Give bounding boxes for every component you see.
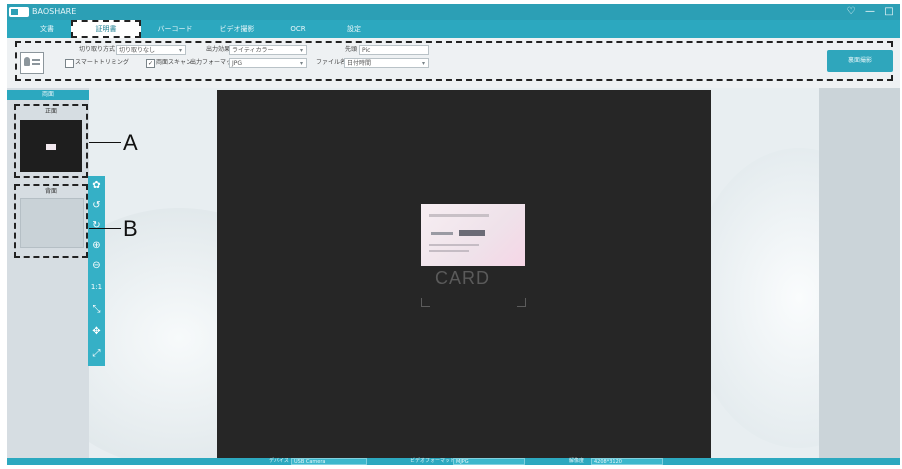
favorite-icon[interactable]: ♡ <box>843 5 859 19</box>
business-card-image <box>421 204 525 266</box>
output-effect-label: 出力効果 <box>206 46 231 53</box>
crop-mode-label: 切り取り方式 <box>79 46 116 53</box>
filename-select[interactable]: 日付時間 ▾ <box>344 58 429 68</box>
guide-corner <box>421 298 430 307</box>
chevron-down-icon: ▾ <box>421 60 425 67</box>
zoom-in-icon[interactable]: ⊕ <box>89 238 104 253</box>
card-placeholder-text: CARD <box>435 268 491 288</box>
duplex-scan-label: 両面スキャン <box>156 59 193 66</box>
resolution-label: 解像度 <box>569 458 585 464</box>
callout-label-b: B <box>123 216 138 241</box>
right-panel <box>819 88 900 458</box>
output-format-select[interactable]: JPG ▾ <box>229 58 307 68</box>
tab-ocr[interactable]: OCR <box>273 20 323 38</box>
device-select[interactable]: USB Camera <box>291 458 367 465</box>
guide-corner <box>517 298 526 307</box>
chevron-down-icon: ▾ <box>299 47 303 54</box>
smart-trim-checkbox[interactable] <box>65 59 74 68</box>
rotate-left-icon[interactable]: ↺ <box>89 198 104 213</box>
scan-back-button[interactable]: 裏面撮影 <box>827 50 893 72</box>
crop-mode-select[interactable]: 切り取りなし ▾ <box>116 45 186 55</box>
duplex-header: 両面 <box>7 90 89 100</box>
chevron-down-icon: ▾ <box>178 47 182 54</box>
toolbar: 切り取り方式 切り取りなし ▾ 出力効果 ライティカラー ▾ 先頭 Pic スマ… <box>7 38 900 89</box>
front-thumbnail-image <box>20 120 82 172</box>
fit-window-icon[interactable]: ⤡ <box>89 302 104 317</box>
tab-id-card[interactable]: 証明書 <box>71 20 141 38</box>
title-bar: BAOSHARE ♡ — □ <box>7 4 900 20</box>
duplex-scan-checkbox[interactable]: ✓ <box>146 59 155 68</box>
tool-strip: ✿ ↺ ↻ ⊕ ⊖ 1:1 ⤡ ✥ ⤢ <box>88 176 105 366</box>
front-thumbnail[interactable]: 正面 <box>14 104 88 178</box>
device-label: デバイス <box>269 458 289 464</box>
minimize-button[interactable]: — <box>862 5 878 19</box>
id-card-icon[interactable] <box>20 52 44 74</box>
front-label: 正面 <box>44 108 57 115</box>
prefix-input[interactable]: Pic <box>359 45 429 55</box>
output-effect-select[interactable]: ライティカラー ▾ <box>229 45 307 55</box>
video-format-label: ビデオフォーマット <box>410 458 456 464</box>
output-format-value: JPG <box>232 60 243 67</box>
app-window: BAOSHARE ♡ — □ 文書 証明書 バーコード ビデオ撮影 OCR 設定… <box>7 4 900 465</box>
resolution-select[interactable]: 4208*3120 <box>591 458 663 465</box>
tab-video[interactable]: ビデオ撮影 <box>207 20 267 38</box>
back-thumbnail[interactable]: 背面 <box>14 184 88 258</box>
actual-size-icon[interactable]: 1:1 <box>89 280 104 295</box>
app-logo <box>9 7 29 17</box>
rotate-right-icon[interactable]: ↻ <box>89 218 104 233</box>
output-effect-value: ライティカラー <box>232 47 274 54</box>
callout-label-a: A <box>123 130 138 155</box>
filename-label: ファイル名 <box>316 59 347 66</box>
fullscreen-icon[interactable]: ⤢ <box>89 346 104 361</box>
crop-mode-value: 切り取りなし <box>119 47 156 54</box>
camera-preview[interactable]: CARD <box>89 88 819 458</box>
prefix-label: 先頭 <box>345 46 358 53</box>
zoom-out-icon[interactable]: ⊖ <box>89 258 104 273</box>
status-bar: デバイス USB Camera ビデオフォーマット MJPG 解像度 4208*… <box>7 458 900 465</box>
chevron-down-icon: ▾ <box>299 60 303 67</box>
thumbnail-panel: 両面 正面 背面 <box>7 88 89 458</box>
smart-trim-label: スマートトリミング <box>75 59 129 66</box>
callout-line-b <box>89 228 121 229</box>
tab-bar: 文書 証明書 バーコード ビデオ撮影 OCR 設定 <box>7 20 900 38</box>
back-label: 背面 <box>44 188 57 195</box>
camera-feed: CARD <box>217 90 711 458</box>
tab-barcode[interactable]: バーコード <box>145 20 205 38</box>
callout-line-a <box>89 142 121 143</box>
back-thumbnail-placeholder <box>20 198 84 248</box>
crop-icon[interactable]: ✥ <box>89 324 104 339</box>
tab-document[interactable]: 文書 <box>27 20 67 38</box>
app-title: BAOSHARE <box>32 7 77 16</box>
settings-icon[interactable]: ✿ <box>89 178 104 193</box>
maximize-button[interactable]: □ <box>881 5 897 19</box>
video-format-select[interactable]: MJPG <box>453 458 525 465</box>
filename-value: 日付時間 <box>347 60 372 67</box>
tab-settings[interactable]: 設定 <box>329 20 379 38</box>
